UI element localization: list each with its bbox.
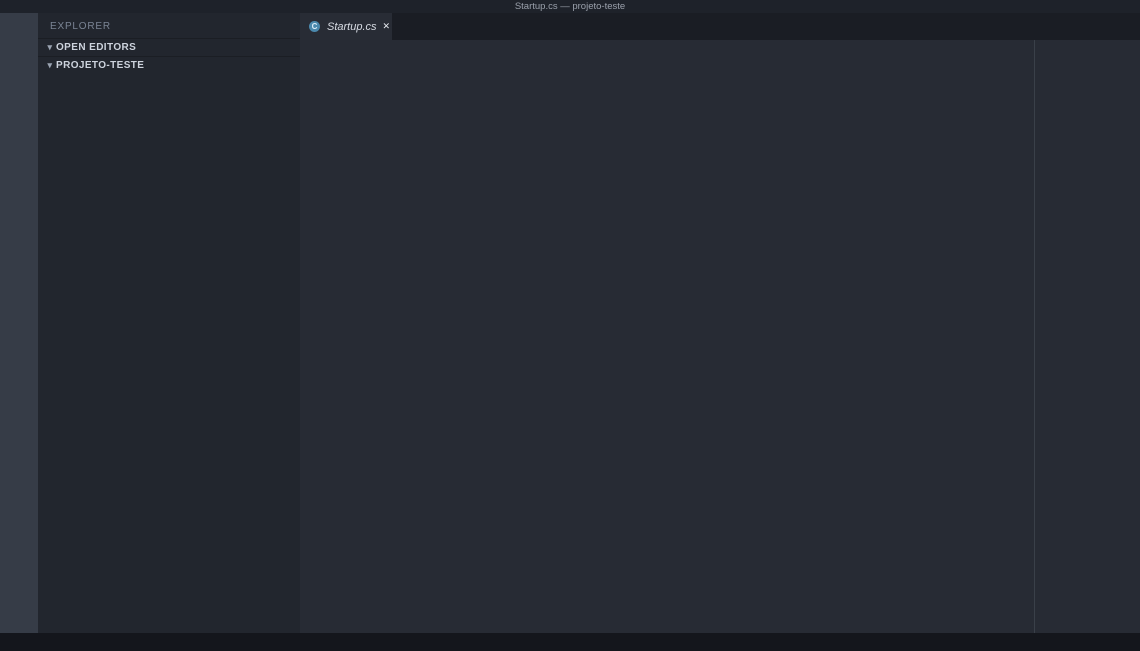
close-tab-icon[interactable]: ✕ — [383, 21, 391, 32]
chevron-down-icon: ▾ — [44, 42, 56, 53]
status-bar — [0, 633, 1140, 651]
sidebar-empty-space — [38, 74, 300, 633]
code-editor[interactable] — [300, 40, 1140, 633]
csharp-file-icon: C — [308, 21, 321, 32]
chevron-down-icon: ▾ — [44, 60, 56, 71]
open-editors-header[interactable]: ▾ OPEN EDITORS — [38, 38, 300, 56]
activity-bar — [0, 13, 38, 633]
title-bar: Startup.cs — projeto-teste — [0, 0, 1140, 13]
tab-startup-cs[interactable]: C Startup.cs ✕ — [300, 13, 392, 40]
vscode-window: Startup.cs — projeto-teste EXPLORER ▾ OP… — [0, 0, 1140, 651]
tab-bar: C Startup.cs ✕ — [300, 13, 1140, 40]
minimap[interactable] — [1034, 40, 1140, 633]
editor-group: C Startup.cs ✕ — [300, 13, 1140, 633]
code-area — [300, 40, 1034, 633]
sidebar-title: EXPLORER — [38, 13, 300, 38]
explorer-sidebar: EXPLORER ▾ OPEN EDITORS ▾ PROJETO-TESTE — [38, 13, 300, 633]
project-section-header[interactable]: ▾ PROJETO-TESTE — [38, 56, 300, 74]
window-title: Startup.cs — projeto-teste — [0, 1, 1140, 12]
